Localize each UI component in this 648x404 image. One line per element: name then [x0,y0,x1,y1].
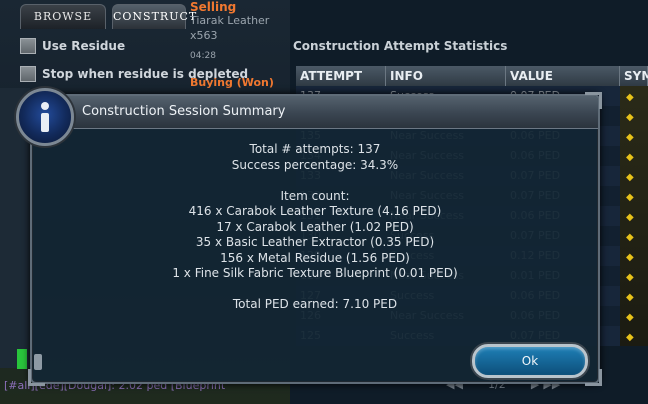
ped-icon: ◆ [626,292,634,303]
col-sym[interactable]: SYM [620,66,648,86]
dialog-side-handle [34,354,42,370]
col-value[interactable]: VALUE [506,66,620,86]
use-residue-label: Use Residue [42,39,126,53]
ped-icon: ◆ [626,112,634,123]
market-snippet: Selling Tiarak Leather x563 04:28 Buying… [190,0,300,89]
ped-icon: ◆ [626,132,634,143]
use-residue-checkbox[interactable] [20,38,36,54]
total-attempts: Total # attempts: 137 [249,142,381,156]
success-rate-bar [17,349,27,369]
ped-icon: ◆ [626,172,634,183]
item-line: 17 x Carabok Leather (1.02 PED) [216,219,414,234]
item-count-label: Item count: [280,188,350,203]
item-line: 156 x Metal Residue (1.56 PED) [220,250,410,265]
ped-icon: ◆ [626,272,634,283]
ped-icon: ◆ [626,312,634,323]
ped-icon: ◆ [626,252,634,263]
dialog-title-bar: Construction Session Summary [32,96,598,129]
summary-body: Total # attempts: 137 Success percentage… [32,134,598,313]
ped-icon: ◆ [626,192,634,203]
use-residue-option[interactable]: Use Residue [20,38,125,54]
dialog-title: Construction Session Summary [82,104,286,119]
ped-icon: ◆ [626,212,634,223]
ped-icon: ◆ [626,152,634,163]
buying-label: Buying (Won) [190,76,274,89]
col-attempt[interactable]: ATTEMPT [296,66,386,86]
item-line: 1 x Fine Silk Fabric Texture Blueprint (… [172,266,458,280]
success-percentage: Success percentage: 34.3% [231,157,399,172]
total-ped-earned: Total PED earned: 7.10 PED [232,297,398,311]
stats-table-header: ATTEMPT INFO VALUE SYM [296,66,648,86]
col-info[interactable]: INFO [386,66,506,86]
item-line: 35 x Basic Leather Extractor (0.35 PED) [195,235,435,249]
ped-icon: ◆ [626,332,634,343]
market-item: Tiarak Leather [190,14,270,27]
tab-browse[interactable]: BROWSE [20,4,106,29]
ok-button[interactable]: Ok [472,344,588,378]
ped-icon: ◆ [626,92,634,103]
frame-corner [28,369,45,386]
item-line: 416 x Carabok Leather Texture (4.16 PED) [188,204,442,218]
market-time: 04:28 [190,51,216,61]
tab-construct[interactable]: CONSTRUCT [112,4,196,29]
stop-when-depleted-checkbox[interactable] [20,66,36,82]
session-summary-dialog: Construction Session Summary Total # att… [16,88,602,386]
selling-label: Selling [190,0,237,14]
ped-icon: ◆ [626,232,634,243]
market-qty: x563 [190,29,218,42]
stats-title: Construction Attempt Statistics [293,39,508,53]
